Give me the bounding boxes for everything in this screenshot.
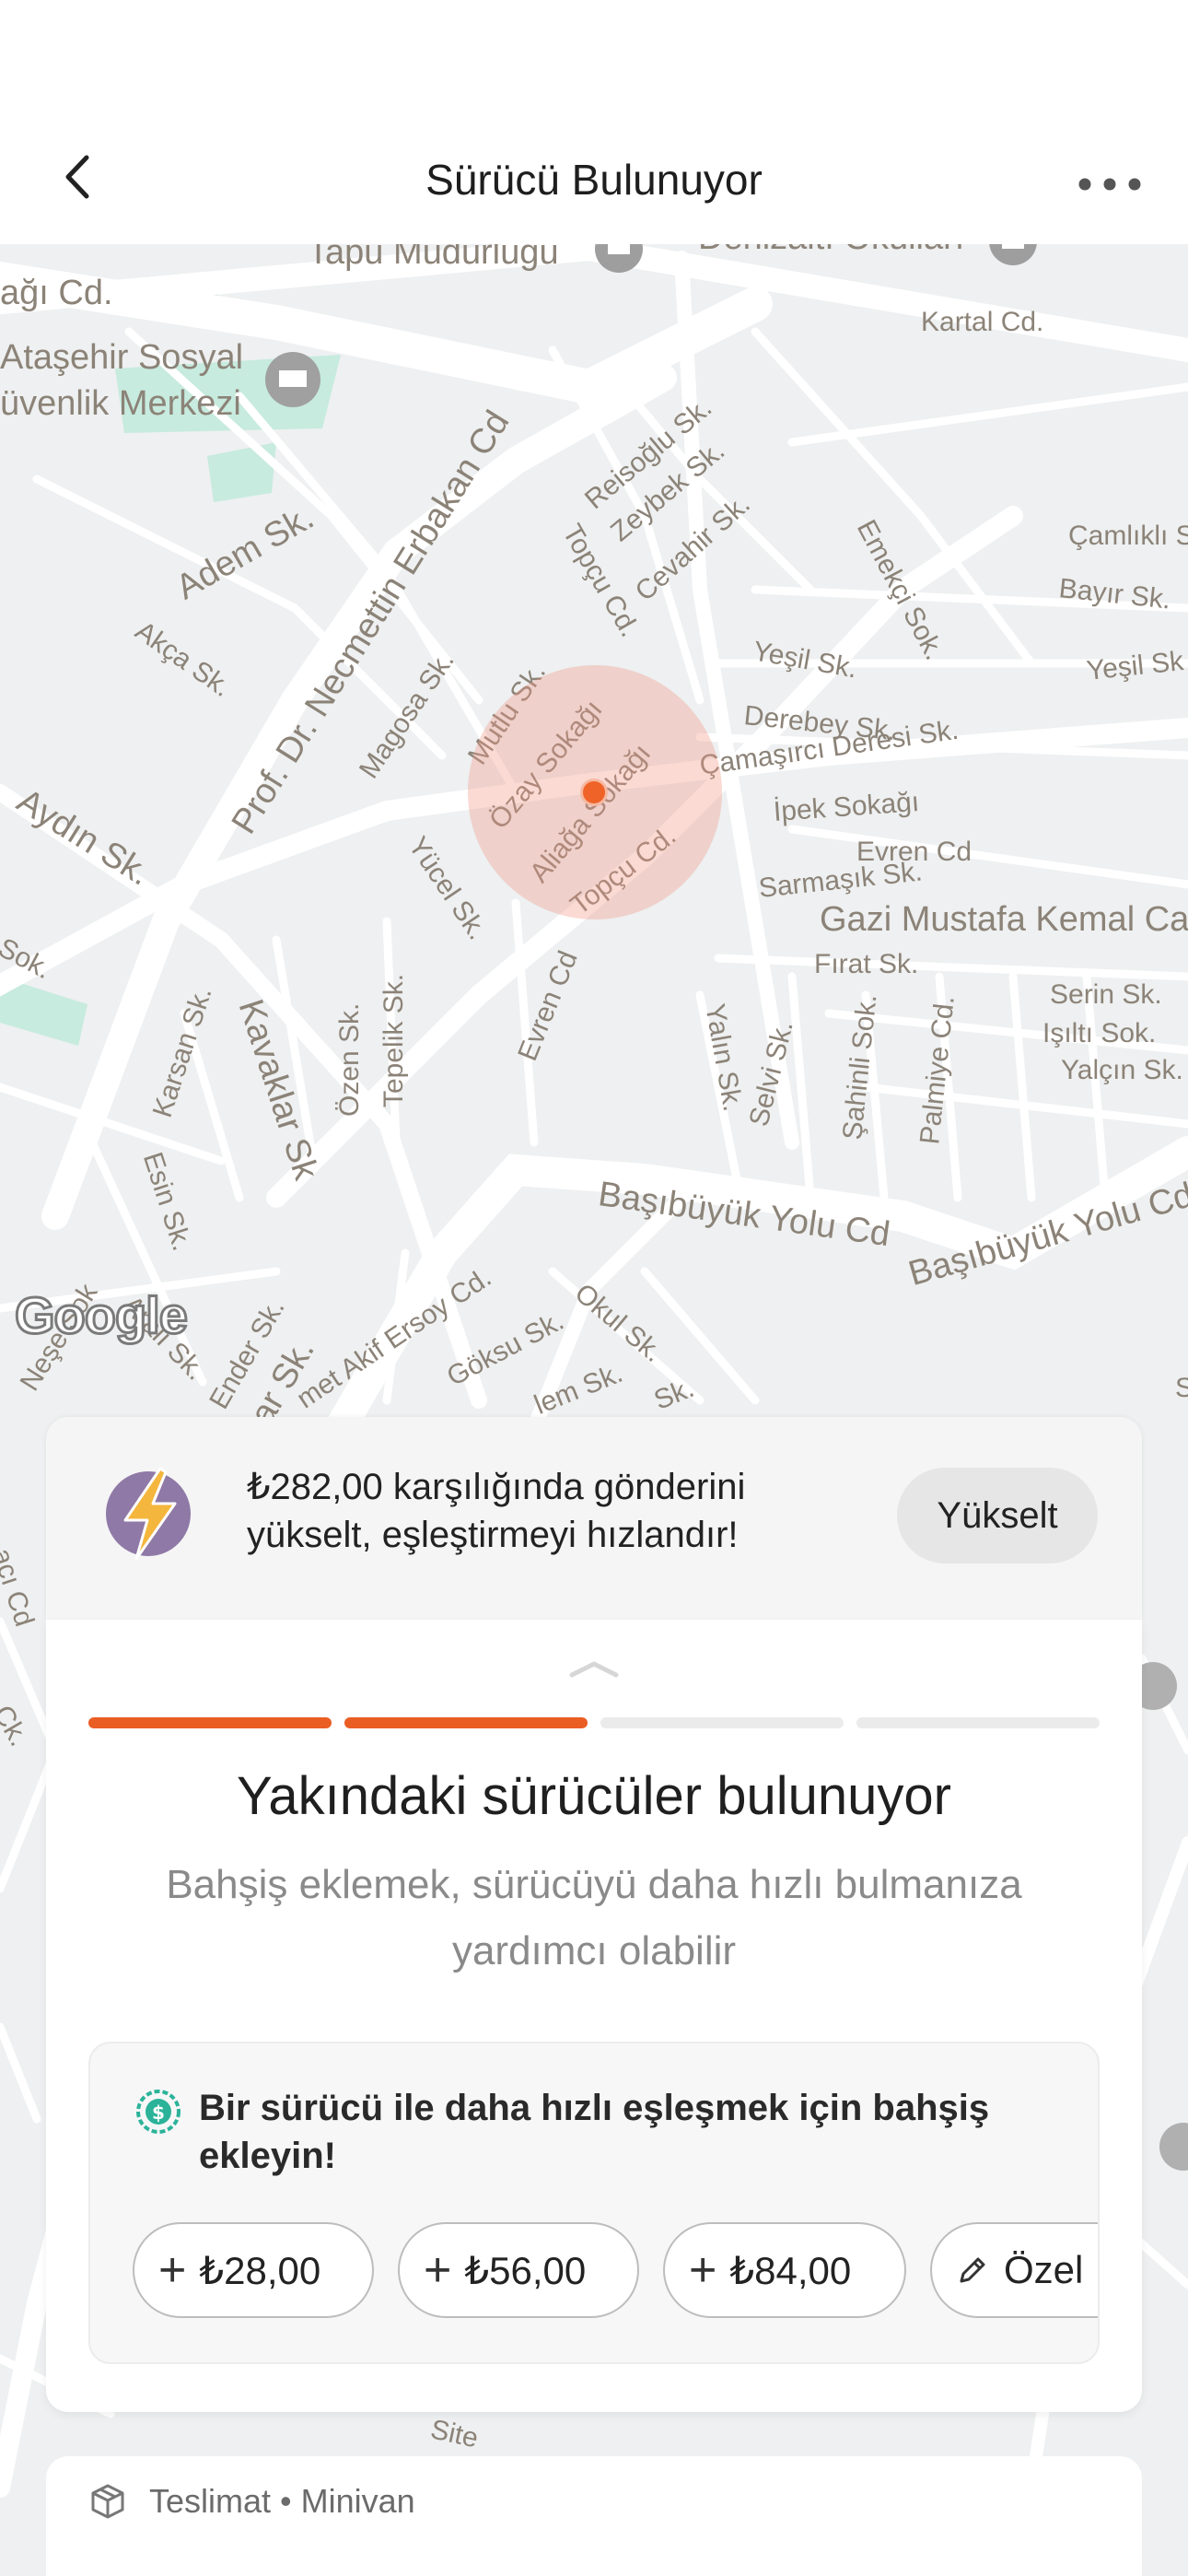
map-label: Tepelik Sk. xyxy=(379,973,409,1107)
map-label: ağı Cd. xyxy=(0,274,113,312)
plus-icon: + xyxy=(158,2243,187,2297)
search-progress xyxy=(88,1717,1100,1728)
svg-text:$: $ xyxy=(152,2102,165,2124)
pencil-icon xyxy=(960,2257,985,2283)
boost-message: ₺282,00 karşılığında gönderini yükselt, … xyxy=(247,1467,746,1555)
order-summary-card[interactable]: Teslimat • Minivan xyxy=(46,2456,1142,2576)
chevron-up-icon[interactable] xyxy=(566,1655,622,1682)
more-horizontal-icon xyxy=(1078,178,1141,191)
progress-step xyxy=(88,1717,332,1728)
tip-option-custom[interactable]: Özel xyxy=(930,2222,1098,2318)
page-title: Sürücü Bulunuyor xyxy=(425,156,763,204)
tip-prompt: Bir sürücü ile daha hızlı eşleşmek için … xyxy=(199,2088,990,2176)
map-label: Serin Sk. xyxy=(1050,979,1162,1010)
tip-option-label: ₺56,00 xyxy=(464,2248,587,2292)
top-bar: Sürücü Bulunuyor xyxy=(0,0,1188,244)
tip-option-label: Özel xyxy=(1004,2248,1084,2291)
progress-step xyxy=(344,1717,588,1728)
money-coin-icon: $ xyxy=(136,2090,181,2134)
driver-search-sheet: Yakındaki sürücüler bulunuyor Bahşiş ekl… xyxy=(46,1620,1142,2412)
map-label: Kartal Cd. xyxy=(921,307,1044,337)
more-options-button[interactable] xyxy=(1068,157,1151,212)
plus-icon: + xyxy=(689,2243,717,2297)
progress-step xyxy=(600,1717,844,1728)
progress-step xyxy=(856,1717,1100,1728)
search-title: Yakındaki sürücüler bulunuyor xyxy=(237,1766,951,1826)
map-label: Yalçın Sk. xyxy=(1061,1055,1183,1085)
map-label: Denizaltı Okulları xyxy=(698,244,964,258)
map-label: Ataşehir Sosyal xyxy=(0,338,244,377)
tip-option-28[interactable]: + ₺28,00 xyxy=(133,2222,374,2318)
plus-icon: + xyxy=(424,2243,452,2297)
app-screen: Sürücü Bulunuyor Tapu Müdürlüğü ağı Cd. … xyxy=(0,0,1188,2576)
order-summary: Teslimat • Minivan xyxy=(149,2482,415,2520)
tip-option-label: ₺28,00 xyxy=(199,2248,321,2292)
map-label: Işıltı Sok. xyxy=(1042,1018,1157,1048)
map-label: Özen Sk. xyxy=(334,1002,365,1117)
map-label: Gazi Mustafa Kemal Cad xyxy=(820,900,1188,939)
boost-banner: ₺282,00 karşılığında gönderini yükselt, … xyxy=(46,1417,1142,1620)
map-label: Çamlıklı S xyxy=(1068,521,1188,551)
tip-option-84[interactable]: + ₺84,00 xyxy=(663,2222,906,2318)
package-box-icon xyxy=(91,2484,124,2519)
tip-option-label: ₺84,00 xyxy=(729,2248,852,2292)
tip-section: $ Bir sürücü ile daha hızlı eşleşmek içi… xyxy=(88,2042,1100,2364)
google-logo: Google xyxy=(14,1285,190,1346)
boost-button[interactable]: Yükselt xyxy=(897,1468,1098,1563)
location-dot-icon xyxy=(580,779,608,806)
tip-option-56[interactable]: + ₺56,00 xyxy=(398,2222,639,2318)
map-label: Tapu Müdürlüğü xyxy=(308,244,559,272)
map-label: Fırat Sk. xyxy=(814,949,919,979)
lightning-bolt-icon xyxy=(106,1467,191,1561)
map-label: S xyxy=(1175,1373,1188,1403)
map-label: üvenlik Merkezi xyxy=(0,384,241,423)
search-subtitle: Bahşiş eklemek, sürücüyü daha hızlı bulm… xyxy=(166,1862,1022,1973)
